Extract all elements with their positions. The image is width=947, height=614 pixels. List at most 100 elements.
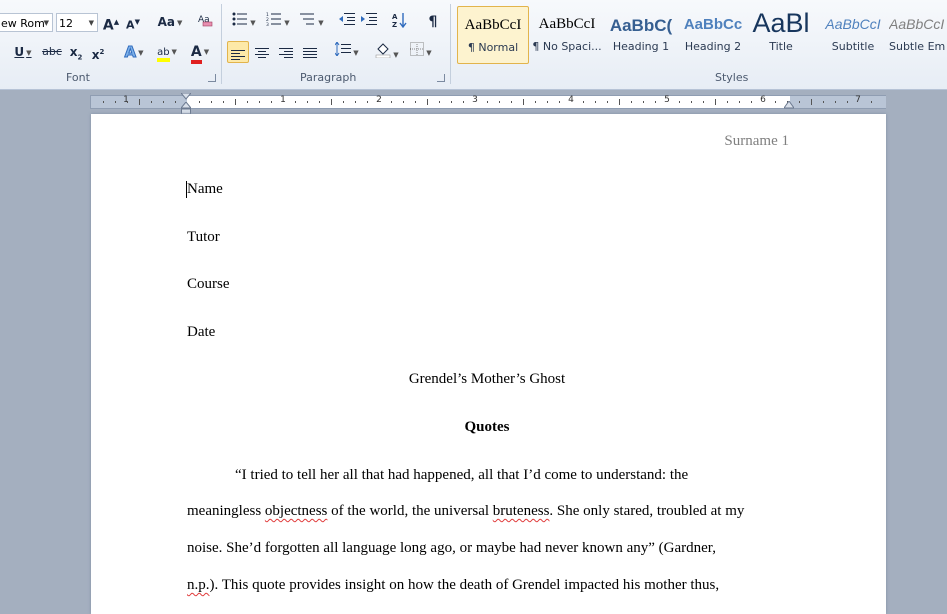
style-heading-2[interactable]: AaBbCc Heading 2: [677, 6, 749, 64]
style-subtle-emphasis[interactable]: AaBbCcI Subtle Em: [889, 6, 947, 64]
ruler-tick: [535, 101, 536, 103]
line-spacing-button[interactable]: ▼: [332, 41, 362, 62]
style-name: ¶ No Spaci...: [532, 40, 602, 53]
sort-button[interactable]: AZ: [390, 12, 410, 32]
superscript-button[interactable]: x2: [89, 42, 107, 62]
ruler-tick: [295, 101, 296, 103]
ruler-tick: [499, 101, 500, 103]
ruler-tick: [691, 101, 692, 103]
increase-indent-icon: [361, 13, 377, 25]
ruler-number: 3: [472, 95, 478, 105]
doc-line-name[interactable]: Name: [187, 181, 223, 198]
style-sample: AaBbCcI: [825, 16, 881, 32]
highlight-button[interactable]: ab ▼: [152, 42, 182, 62]
shrink-font-button[interactable]: A▼: [124, 12, 142, 32]
font-name-combo[interactable]: ew Rom ▼: [0, 13, 53, 32]
show-formatting-marks-button[interactable]: ¶: [424, 12, 442, 32]
right-indent-marker-icon[interactable]: [784, 101, 794, 109]
ruler-tick: [355, 101, 356, 103]
style-sample: AaBbCc: [683, 16, 743, 33]
group-divider: [450, 4, 451, 84]
ruler-number: 6: [760, 95, 766, 105]
page-header-surname[interactable]: Surname 1: [724, 133, 789, 150]
ruler-tick: [823, 101, 824, 103]
numbering-button[interactable]: 1 2 3 ▼: [263, 12, 293, 32]
borders-icon: [410, 42, 425, 56]
paragraph-group-label: Paragraph: [300, 71, 357, 84]
ruler-tick: [583, 101, 584, 103]
style-name: Heading 2: [684, 40, 742, 53]
doc-paragraph-line-2[interactable]: meaningless objectness of the world, the…: [187, 503, 744, 520]
change-case-button[interactable]: Aa ▼: [156, 12, 184, 32]
pilcrow-icon: ¶: [428, 14, 438, 30]
text-effects-button[interactable]: A ▼: [120, 42, 148, 62]
ruler-tick: [799, 101, 800, 103]
ruler-tick: [775, 101, 776, 103]
style-name: Title: [769, 40, 793, 53]
ruler-tick: [679, 101, 680, 103]
ruler-tick: [523, 99, 524, 105]
horizontal-ruler[interactable]: 1 1 2 3 4 5 6 7: [90, 95, 886, 109]
doc-paragraph-line-3[interactable]: noise. She’d forgotten all language long…: [187, 540, 716, 557]
shading-button[interactable]: ▼: [372, 42, 402, 62]
style-normal[interactable]: AaBbCcI ¶ Normal: [457, 6, 529, 64]
ruler-tick: [115, 101, 116, 103]
doc-heading-quotes[interactable]: Quotes: [187, 419, 787, 436]
clear-formatting-icon: Aa: [198, 15, 213, 27]
ruler-tick: [451, 101, 452, 103]
spelling-error[interactable]: objectness: [265, 503, 327, 519]
change-case-icon: Aa: [157, 15, 175, 29]
underline-button[interactable]: U ▼: [8, 42, 38, 62]
style-subtitle[interactable]: AaBbCcI Subtitle: [817, 6, 889, 64]
svg-text:Z: Z: [392, 21, 397, 28]
ruler-tick: [259, 101, 260, 103]
align-right-button[interactable]: [276, 42, 296, 62]
paint-bucket-icon: [376, 43, 391, 59]
sort-icon: AZ: [392, 13, 407, 29]
ribbon: ew Rom ▼ 12 ▼ A▲ A▼ Aa ▼ Aa U ▼ abc x2 x2 …: [0, 0, 947, 90]
spelling-error[interactable]: n.p.: [187, 577, 210, 593]
line-spacing-icon: [334, 41, 352, 57]
doc-line-tutor[interactable]: Tutor: [187, 229, 220, 246]
align-left-icon: [231, 48, 245, 62]
justify-button[interactable]: [300, 42, 320, 62]
align-center-button[interactable]: [252, 42, 272, 62]
svg-text:3: 3: [266, 22, 269, 26]
subscript-button[interactable]: x2: [67, 42, 85, 62]
clear-formatting-button[interactable]: Aa: [196, 12, 216, 32]
doc-title[interactable]: Grendel’s Mother’s Ghost: [187, 371, 787, 388]
align-left-button[interactable]: [227, 41, 249, 63]
style-no-spacing[interactable]: AaBbCcI ¶ No Spaci...: [531, 6, 603, 64]
style-sample: AaBbC(: [609, 16, 673, 35]
style-name: Subtle Em: [889, 40, 946, 53]
ruler-tick: [655, 101, 656, 103]
ruler-tick: [163, 101, 164, 103]
paragraph-dialog-launcher-icon[interactable]: [437, 74, 445, 82]
doc-line-date[interactable]: Date: [187, 324, 215, 341]
spelling-error[interactable]: bruteness: [493, 503, 550, 519]
decrease-indent-button[interactable]: [338, 12, 356, 32]
doc-line-course[interactable]: Course: [187, 276, 230, 293]
first-line-indent-marker-icon[interactable]: [181, 93, 191, 101]
ruler-tick: [751, 101, 752, 103]
ruler-tick: [175, 101, 176, 103]
text-effects-icon: A: [124, 43, 137, 62]
font-size-combo[interactable]: 12 ▼: [56, 13, 98, 32]
bullets-button[interactable]: ▼: [230, 12, 258, 32]
ruler-number: 1: [280, 95, 286, 105]
style-title[interactable]: AaBl Title: [745, 6, 817, 64]
ruler-tick: [331, 99, 332, 105]
style-heading-1[interactable]: AaBbC( Heading 1: [605, 6, 677, 64]
ruler-tick: [247, 101, 248, 103]
borders-button[interactable]: ▼: [406, 42, 436, 62]
doc-paragraph-line-1[interactable]: “I tried to tell her all that had happen…: [235, 467, 688, 484]
font-name-value: ew Rom: [1, 17, 45, 30]
multilevel-list-button[interactable]: ▼: [298, 12, 326, 32]
increase-indent-button[interactable]: [360, 12, 378, 32]
ruler-number: 2: [376, 95, 382, 105]
font-dialog-launcher-icon[interactable]: [208, 74, 216, 82]
doc-paragraph-line-4[interactable]: n.p.). This quote provides insight on ho…: [187, 577, 719, 594]
strikethrough-button[interactable]: abc: [40, 42, 64, 62]
font-color-button[interactable]: A ▼: [186, 42, 214, 64]
grow-font-button[interactable]: A▲: [102, 12, 120, 34]
